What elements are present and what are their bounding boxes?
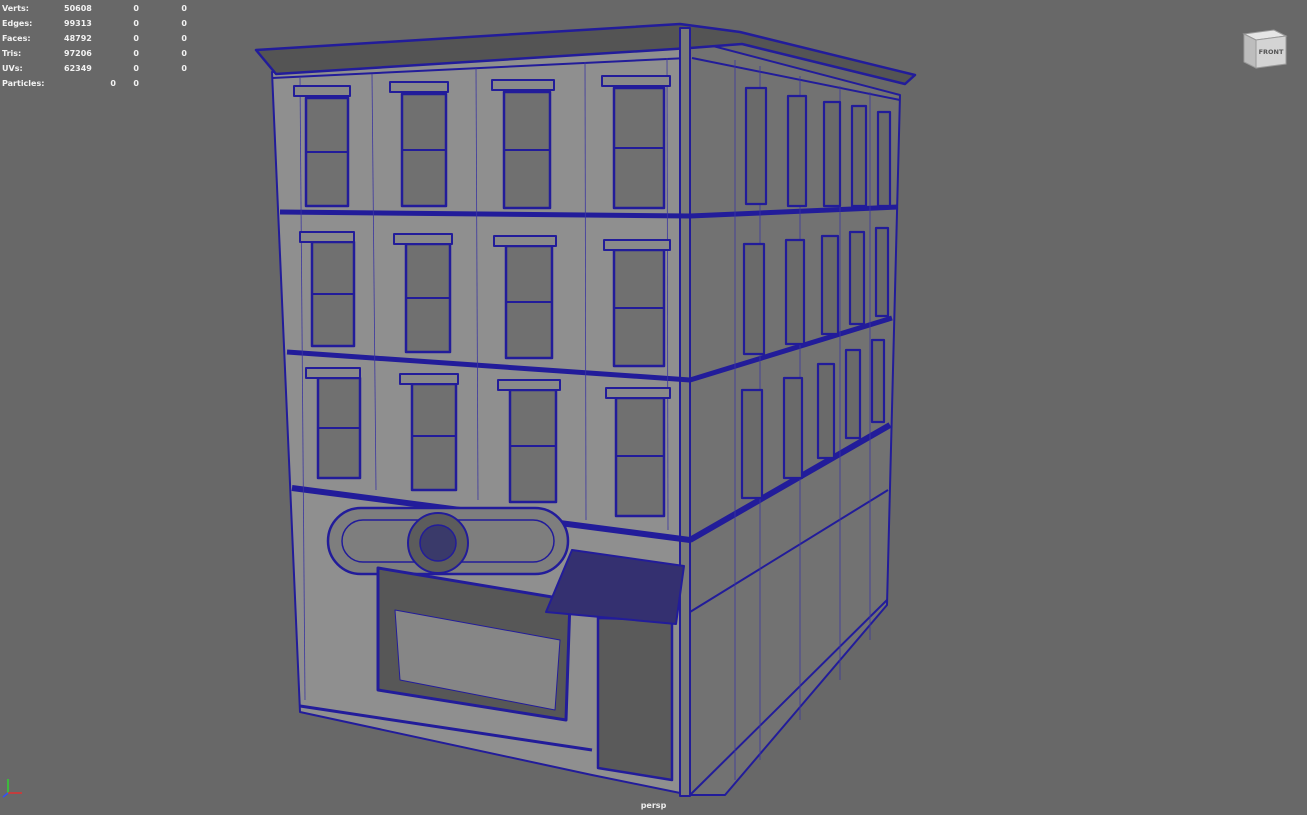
hud-value: 0 [181,64,187,73]
hud-value: 0 [181,34,187,43]
hud-label: Tris: [2,49,22,58]
hud-value: 0 [181,49,187,58]
viewport-panel[interactable]: Verts: 50608 0 0 Edges: 99313 0 0 Faces:… [0,0,1307,815]
camera-name-label: persp [640,801,667,810]
hud-label: UVs: [2,64,23,73]
hud-row-faces: Faces: 48792 0 0 [2,31,192,46]
hud-value: 97206 [64,49,92,58]
hud-value: 99313 [64,19,92,28]
hud-row-verts: Verts: 50608 0 0 [2,1,192,16]
axis-gizmo-icon [2,779,22,798]
hud-value: 0 [181,19,187,28]
hud-value: 0 [133,4,139,13]
hud-value: 0 [110,79,116,88]
hud-value: 50608 [64,4,92,13]
hud-value: 0 [133,19,139,28]
hud-label: Verts: [2,4,29,13]
hud-row-edges: Edges: 99313 0 0 [2,16,192,31]
hud-label: Particles: [2,79,45,88]
view-cube[interactable]: FRONT [1240,26,1290,70]
hud-row-particles: Particles: 0 0 [2,76,192,91]
hud-value: 0 [133,49,139,58]
hud-label: Faces: [2,34,31,43]
hud-value: 0 [133,79,139,88]
drain-pipe [679,27,691,797]
poly-count-hud: Verts: 50608 0 0 Edges: 99313 0 0 Faces:… [2,1,192,91]
hud-row-tris: Tris: 97206 0 0 [2,46,192,61]
hud-row-uvs: UVs: 62349 0 0 [2,61,192,76]
shop-door [596,616,674,782]
building-model[interactable] [0,0,1307,815]
hud-value: 0 [133,34,139,43]
hud-value: 62349 [64,64,92,73]
hud-label: Edges: [2,19,33,28]
hud-value: 0 [181,4,187,13]
hud-value: 48792 [64,34,92,43]
view-cube-label[interactable]: FRONT [1259,48,1284,56]
hud-value: 0 [133,64,139,73]
